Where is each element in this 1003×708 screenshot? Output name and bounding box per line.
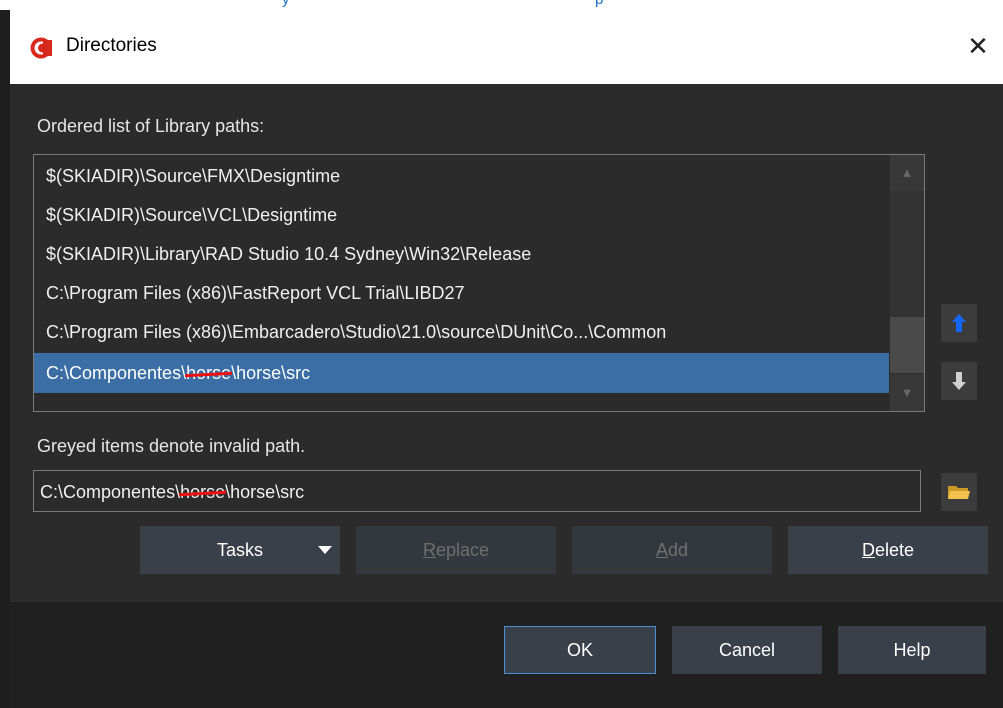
tasks-label: Tasks (216, 539, 263, 560)
path-prefix: C:\Componentes\ (40, 482, 181, 502)
tasks-dropdown-button[interactable]: Tasks (140, 526, 340, 574)
folder-icon (948, 486, 970, 499)
replace-button[interactable]: Replace (356, 526, 556, 574)
background-text-fragment: y (282, 0, 290, 8)
delete-button[interactable]: Delete (788, 526, 988, 574)
delete-accelerator: D (861, 539, 875, 560)
path-suffix: \horse\src (225, 482, 305, 502)
list-item[interactable]: $(SKIADIR)\Source\FMX\Designtime (34, 157, 889, 195)
path-suffix: \horse\src (231, 363, 311, 383)
list-item[interactable]: $(SKIADIR)\Source\VCL\Designtime (34, 196, 889, 234)
dialog-content: Ordered list of Library paths: $(SKIADIR… (10, 84, 1003, 527)
list-item[interactable]: $(SKIADIR)\Library\RAD Studio 10.4 Sydne… (34, 235, 889, 273)
scroll-down-arrow-icon[interactable]: ▼ (890, 375, 924, 411)
background-window-strip: y p (0, 0, 1003, 10)
list-item[interactable]: C:\Program Files (x86)\Embarcadero\Studi… (34, 313, 889, 351)
list-scrollbar[interactable]: ▲ ▼ (890, 155, 924, 411)
close-button[interactable]: ✕ (960, 31, 996, 63)
arrow-down-icon (952, 372, 966, 390)
redacted-segment: horse (186, 363, 232, 383)
replace-label: eplace (435, 539, 490, 560)
add-accelerator: A (655, 539, 668, 560)
scroll-up-arrow-icon[interactable]: ▲ (890, 155, 924, 191)
arrow-up-icon (952, 314, 966, 332)
dialog-footer: OK Cancel Help (10, 602, 1003, 708)
help-button[interactable]: Help (838, 626, 986, 674)
dialog-title: Directories (66, 35, 157, 56)
title-bar: Directories ✕ (10, 10, 1003, 84)
app-icon (30, 37, 52, 59)
scrollbar-thumb[interactable] (890, 317, 924, 373)
directories-dialog: Directories ✕ Ordered list of Library pa… (10, 10, 1003, 708)
ok-button[interactable]: OK (504, 626, 656, 674)
cancel-button[interactable]: Cancel (672, 626, 822, 674)
delete-label: elete (874, 539, 915, 560)
move-down-button[interactable] (941, 362, 977, 400)
library-paths-label: Ordered list of Library paths: (37, 116, 265, 136)
redacted-segment: horse (180, 482, 226, 502)
background-text-fragment: p (595, 0, 603, 8)
invalid-path-hint: Greyed items denote invalid path. (37, 436, 306, 456)
browse-folder-button[interactable] (941, 473, 977, 511)
caret-down-icon (318, 546, 332, 554)
list-item-selected[interactable]: C:\Componentes\horse\horse\src (34, 353, 889, 393)
path-prefix: C:\Componentes\ (46, 363, 187, 383)
path-input[interactable]: C:\Componentes\horse\horse\src (33, 470, 921, 512)
add-button[interactable]: Add (572, 526, 772, 574)
library-path-list[interactable]: $(SKIADIR)\Source\FMX\Designtime $(SKIAD… (33, 154, 925, 412)
move-up-button[interactable] (941, 304, 977, 342)
replace-accelerator: R (422, 539, 436, 560)
list-item[interactable]: C:\Program Files (x86)\FastReport VCL Tr… (34, 274, 889, 312)
add-label: dd (667, 539, 689, 560)
